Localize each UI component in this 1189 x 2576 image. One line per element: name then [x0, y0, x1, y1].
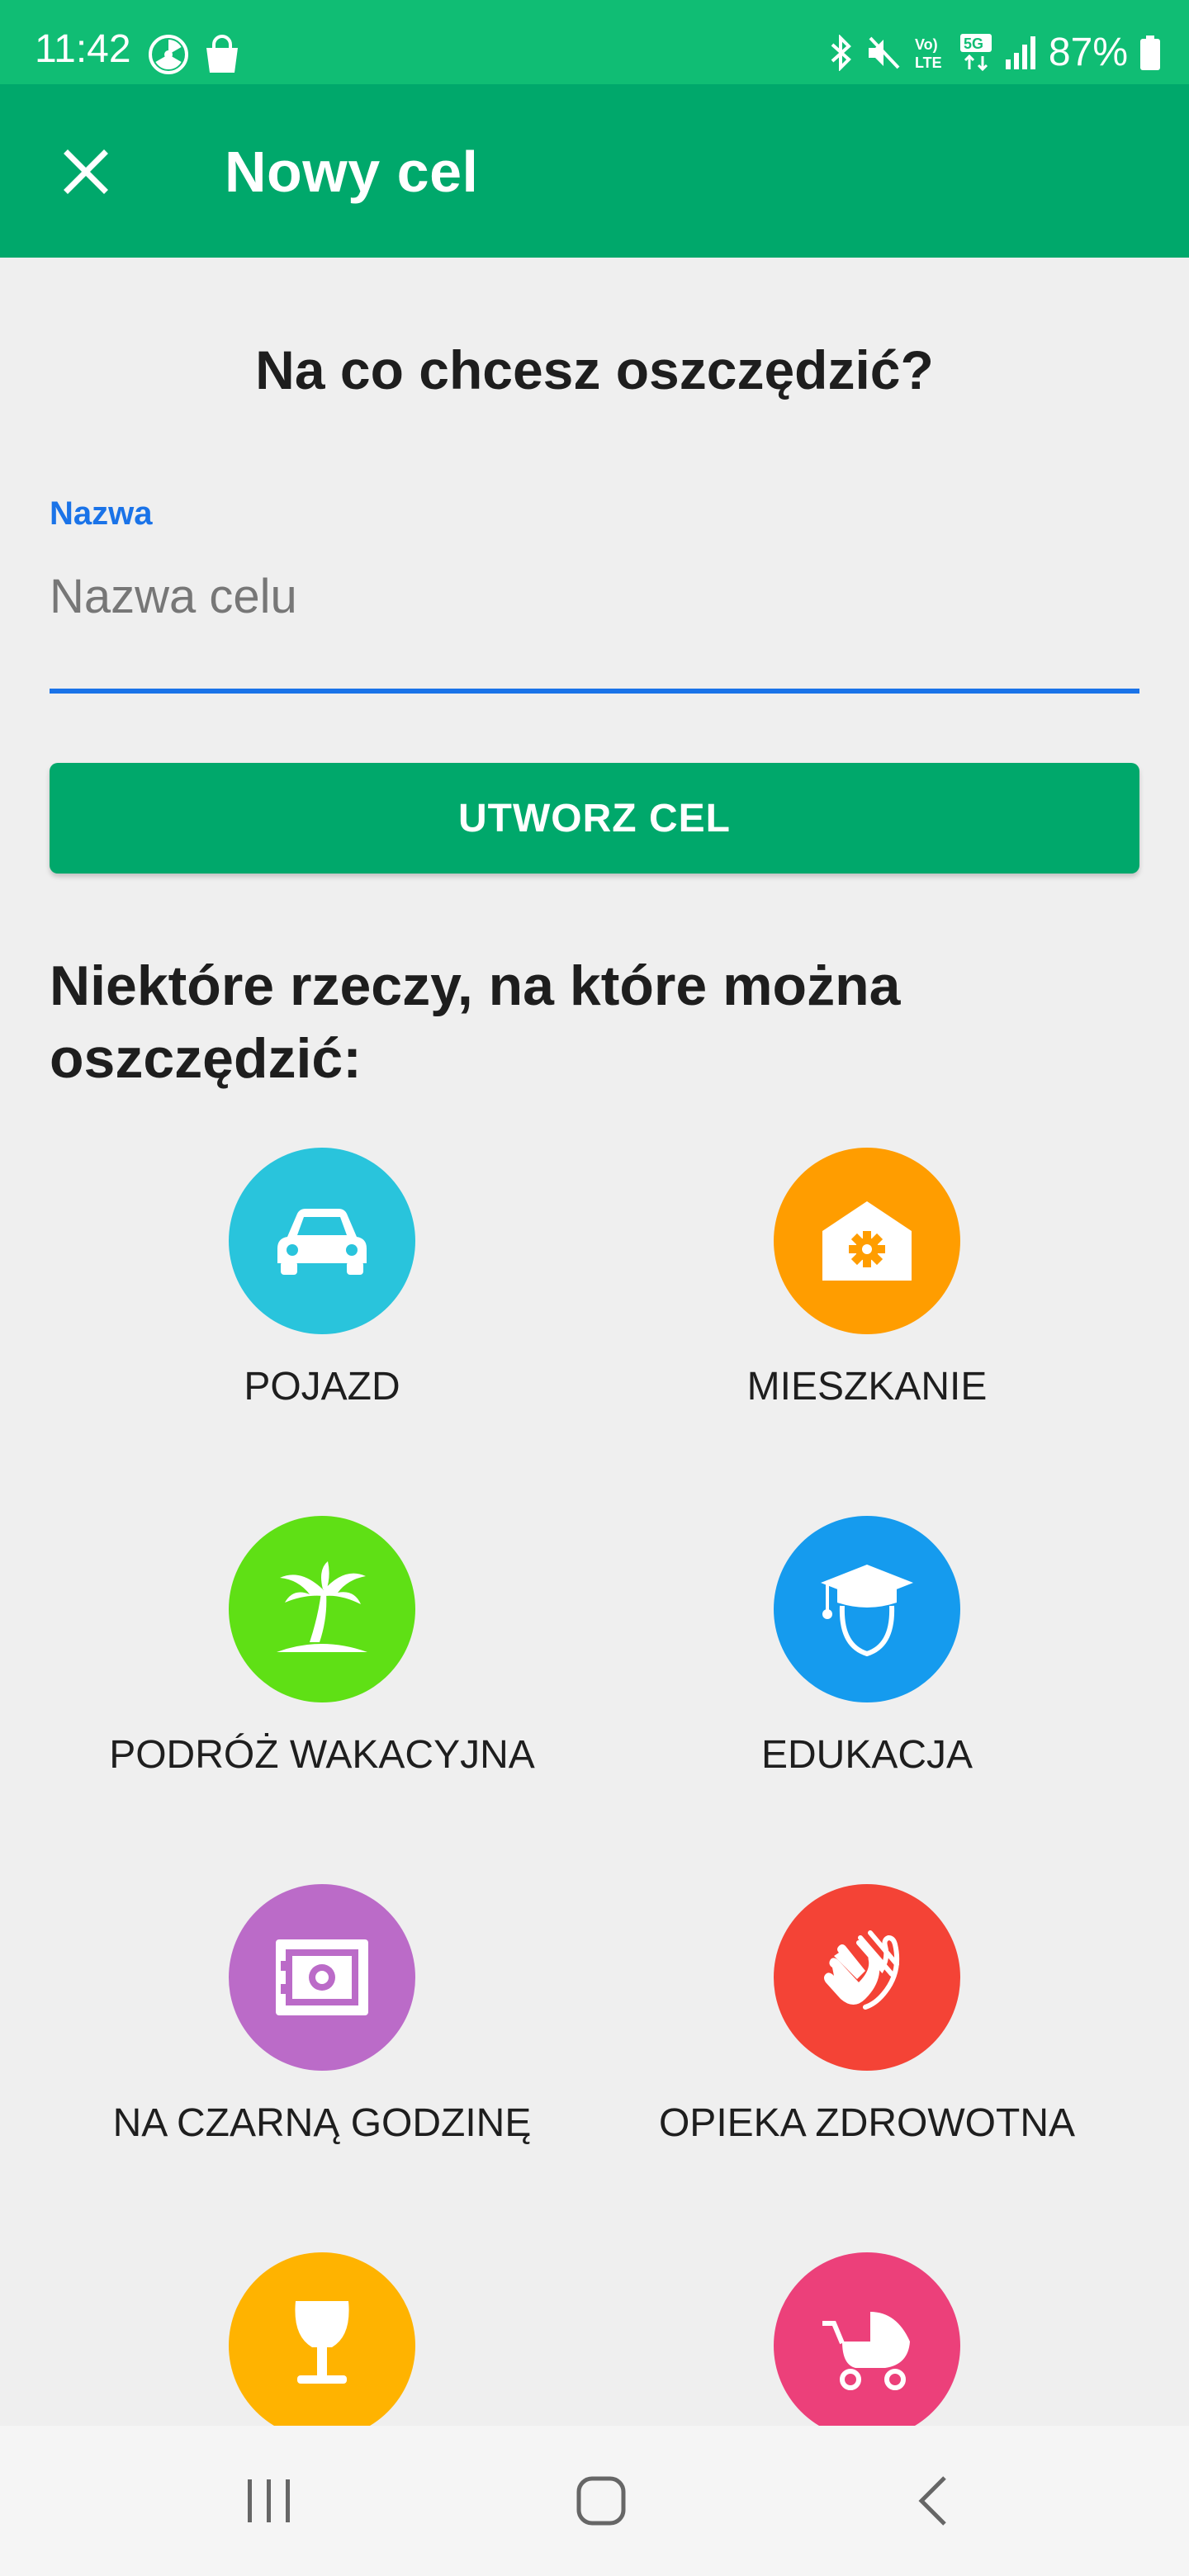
recents-icon: [248, 2479, 290, 2522]
page-title: Nowy cel: [225, 140, 479, 204]
category-housing[interactable]: MIESZKANIE: [594, 1148, 1139, 1478]
category-label: OPIEKA ZDROWOTNA: [658, 2101, 1076, 2145]
category-label: PODRÓŻ WAKACYJNA: [109, 1733, 535, 1777]
close-button[interactable]: [48, 134, 124, 210]
radiation-icon: [147, 33, 190, 80]
category-circle: [774, 1148, 960, 1334]
graduate-icon: [821, 1565, 913, 1657]
category-circle: [774, 1884, 960, 2071]
category-healthcare[interactable]: OPIEKA ZDROWOTNA: [594, 1884, 1139, 2214]
category-circle: [229, 2252, 415, 2439]
app-bar: Nowy cel: [0, 84, 1189, 258]
mute-icon: [865, 35, 902, 71]
category-emergency[interactable]: NA CZARNĄ GODZINĘ: [50, 1884, 594, 2214]
shopping-bag-icon: [203, 35, 241, 78]
5g-icon: 5G: [959, 33, 992, 73]
question-heading: Na co chcesz oszczędzić?: [255, 339, 934, 400]
create-goal-button[interactable]: UTWORZ CEL: [50, 763, 1139, 874]
battery-percent: 87%: [1048, 31, 1128, 74]
screen: 11:42 Vo) LTE 5G 87% Nowy cel Na co chce…: [0, 0, 1189, 2576]
signal-icon: [1004, 35, 1037, 71]
safe-icon: [276, 1939, 368, 2015]
name-input[interactable]: [50, 558, 1139, 634]
recents-button[interactable]: [187, 2426, 352, 2576]
system-nav-bar: [0, 2426, 1189, 2576]
status-time: 11:42: [35, 27, 131, 71]
category-circle: [774, 2252, 960, 2439]
bluetooth-icon: [829, 34, 854, 71]
clapping-hands-icon: [824, 1930, 900, 2010]
close-icon: [64, 149, 108, 194]
volte-icon: Vo) LTE: [913, 35, 948, 71]
category-circle: [229, 1884, 415, 2071]
category-circle: [774, 1516, 960, 1702]
category-label: NA CZARNĄ GODZINĘ: [112, 2101, 532, 2145]
home-button[interactable]: [519, 2426, 684, 2576]
category-circle: [229, 1148, 415, 1334]
back-icon: [918, 2476, 946, 2526]
category-vehicle[interactable]: POJAZD: [50, 1148, 594, 1478]
status-bar: 11:42 Vo) LTE 5G 87%: [0, 0, 1189, 84]
car-icon: [277, 1209, 367, 1275]
category-label: MIESZKANIE: [746, 1365, 988, 1409]
battery-icon: [1139, 35, 1161, 71]
house-gear-icon: [822, 1201, 912, 1281]
status-right-icons: Vo) LTE 5G 87%: [829, 30, 1161, 75]
wine-glass-icon: [295, 2301, 349, 2384]
svg-text:Vo): Vo): [915, 36, 938, 53]
status-left-icons: [147, 33, 241, 80]
suggestions-heading: Niektóre rzeczy, na które można oszczędz…: [50, 954, 901, 1090]
svg-text:5G: 5G: [964, 36, 983, 52]
name-field-label: Nazwa: [50, 495, 153, 532]
category-vacation[interactable]: PODRÓŻ WAKACYJNA: [50, 1516, 594, 1846]
back-button[interactable]: [850, 2426, 1016, 2576]
svg-text:LTE: LTE: [915, 54, 942, 71]
baby-stroller-icon: [822, 2312, 910, 2390]
name-field-underline: [50, 689, 1139, 694]
category-label: EDUKACJA: [760, 1733, 973, 1777]
palm-tree-icon: [277, 1561, 367, 1652]
category-label: POJAZD: [244, 1365, 400, 1409]
home-icon: [576, 2476, 626, 2526]
category-education[interactable]: EDUKACJA: [594, 1516, 1139, 1846]
category-circle: [229, 1516, 415, 1702]
